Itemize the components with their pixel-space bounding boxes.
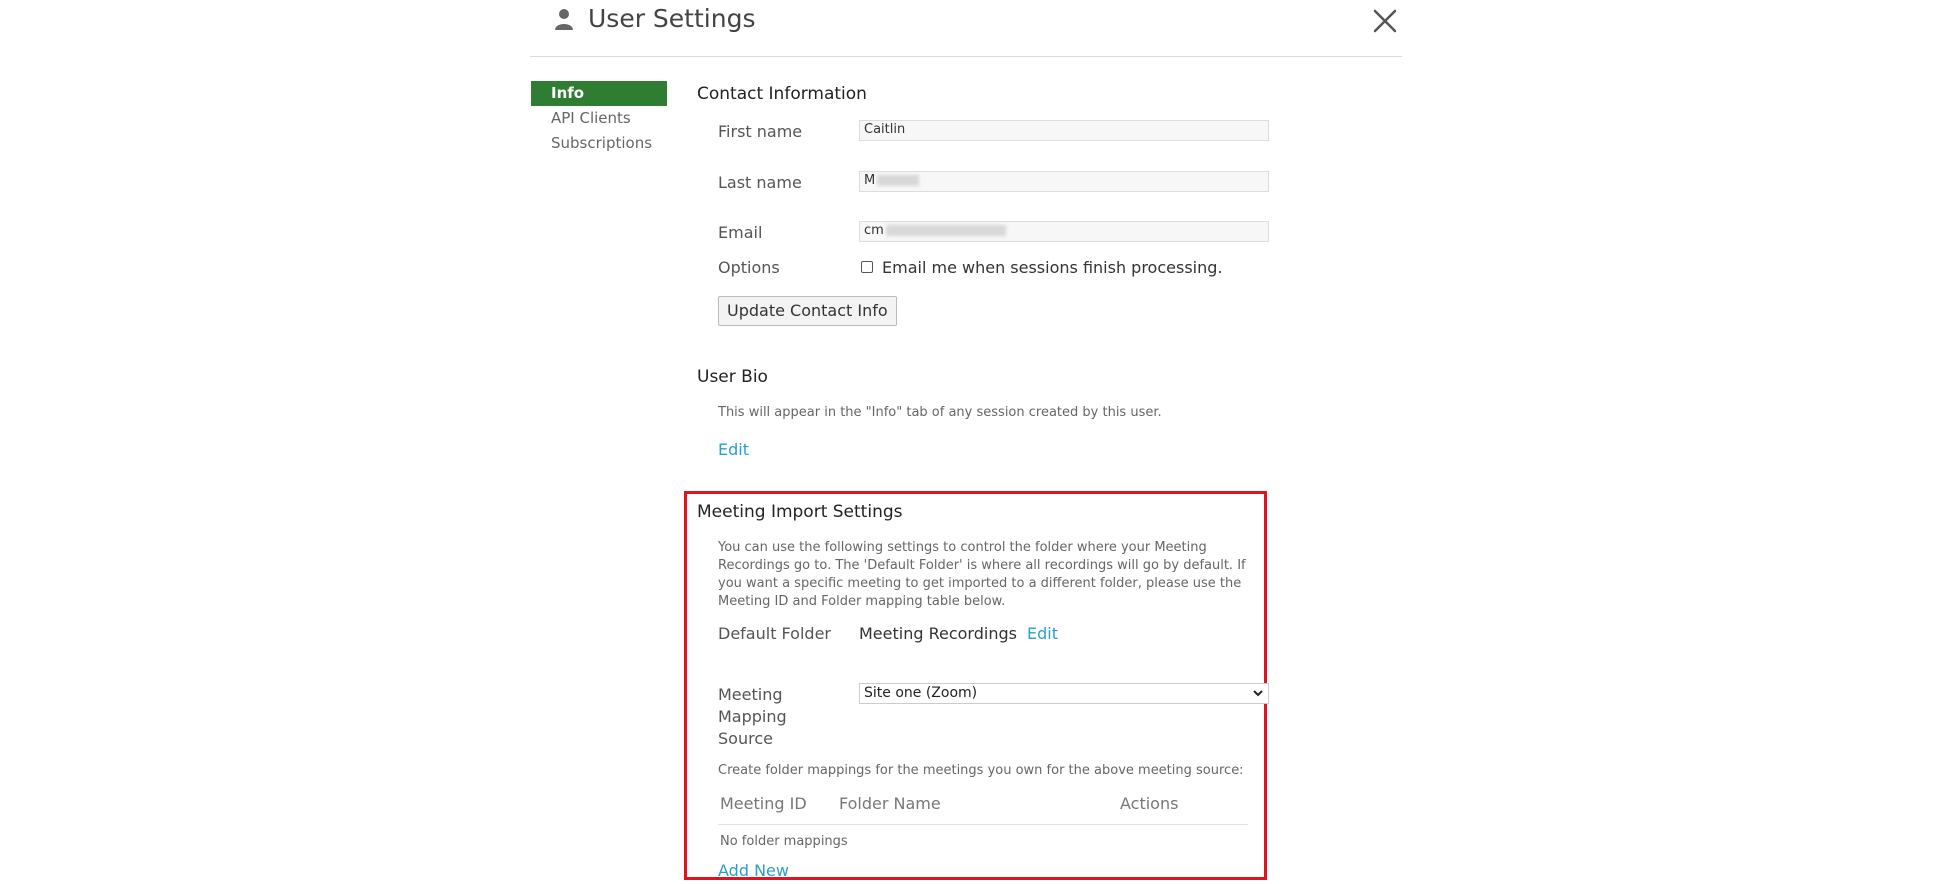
bio-edit-link[interactable]: Edit (718, 440, 749, 459)
first-name-value: Caitlin (864, 122, 906, 137)
close-icon[interactable] (1370, 6, 1400, 36)
header-meeting-id: Meeting ID (720, 794, 807, 813)
default-folder-value: Meeting Recordings (859, 624, 1017, 643)
default-folder-edit-link[interactable]: Edit (1027, 624, 1058, 643)
last-name-value: M (864, 173, 876, 188)
empty-mappings-text: No folder mappings (720, 834, 848, 849)
redacted-blur (877, 175, 920, 186)
sidebar-item-info[interactable]: Info (531, 81, 667, 106)
email-value: cm (864, 223, 884, 238)
mapping-source-value: Site one (Zoom) (864, 685, 978, 701)
chevron-down-icon (1253, 690, 1263, 697)
bio-heading: User Bio (697, 367, 768, 387)
user-icon (555, 9, 573, 30)
header-folder-name: Folder Name (839, 794, 941, 813)
options-label: Options (718, 258, 780, 277)
table-divider (718, 824, 1248, 825)
add-new-link[interactable]: Add New (718, 861, 789, 880)
default-folder-label: Default Folder (718, 624, 831, 643)
redacted-blur (885, 225, 1006, 236)
first-name-label: First name (718, 122, 803, 141)
update-contact-button[interactable]: Update Contact Info (718, 296, 897, 326)
header-actions: Actions (1120, 794, 1179, 813)
email-option-text: Email me when sessions finish processing… (882, 258, 1223, 277)
last-name-label: Last name (718, 173, 802, 192)
mapping-instructions: Create folder mappings for the meetings … (718, 763, 1244, 778)
meeting-import-description: You can use the following settings to co… (718, 540, 1246, 609)
sidebar-item-subscriptions[interactable]: Subscriptions (531, 131, 667, 156)
bio-description: This will appear in the "Info" tab of an… (718, 405, 1162, 420)
mapping-source-label: Meeting Mapping Source (718, 685, 787, 748)
email-label: Email (718, 223, 763, 242)
header-divider (530, 56, 1402, 57)
meeting-import-heading: Meeting Import Settings (697, 502, 903, 522)
last-name-field[interactable]: M (859, 171, 1269, 192)
page-title: User Settings (588, 4, 756, 33)
first-name-field[interactable]: Caitlin (859, 120, 1269, 141)
sidebar-item-api-clients[interactable]: API Clients (531, 106, 667, 131)
email-field[interactable]: cm (859, 221, 1269, 242)
mapping-source-select[interactable]: Site one (Zoom) (859, 683, 1269, 704)
email-option-checkbox[interactable] (861, 261, 873, 273)
contact-heading: Contact Information (697, 84, 867, 104)
